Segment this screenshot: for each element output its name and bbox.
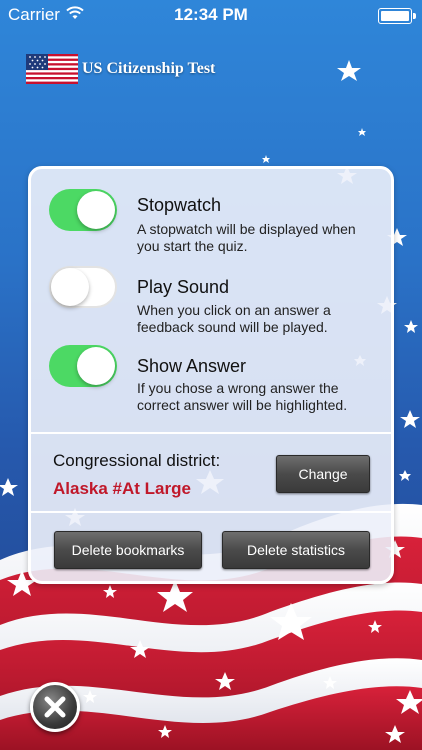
close-icon: [44, 696, 66, 718]
delete-bookmarks-button[interactable]: Delete bookmarks: [54, 531, 202, 569]
setting-title: Show Answer: [137, 356, 247, 376]
setting-description: If you chose a wrong answer the correct …: [137, 380, 348, 413]
app-title: US Citizenship Test: [82, 60, 216, 77]
play-sound-toggle[interactable]: [49, 266, 117, 308]
divider: [31, 432, 391, 434]
close-button[interactable]: [30, 682, 80, 732]
status-bar: Carrier 12:34 PM: [0, 0, 422, 30]
us-flag-icon: [26, 54, 78, 84]
stopwatch-toggle[interactable]: [49, 189, 117, 231]
change-district-button[interactable]: Change: [276, 455, 370, 493]
setting-title: Stopwatch: [137, 195, 222, 215]
toggle-knob: [77, 191, 115, 229]
setting-description: A stopwatch will be displayed when you s…: [137, 221, 356, 254]
toggle-knob: [77, 347, 115, 385]
show-answer-toggle[interactable]: [49, 345, 117, 387]
setting-description: When you click on an answer a feedback s…: [137, 302, 331, 335]
district-label: Congressional district:: [53, 451, 221, 470]
divider: [31, 511, 391, 513]
battery-icon: [378, 8, 416, 24]
setting-title: Play Sound: [137, 277, 230, 297]
settings-panel: Stopwatch A stopwatch will be displayed …: [28, 166, 394, 584]
status-time: 12:34 PM: [174, 5, 248, 24]
delete-statistics-button[interactable]: Delete statistics: [222, 531, 370, 569]
toggle-knob: [51, 268, 89, 306]
district-value: Alaska #At Large: [53, 479, 191, 498]
